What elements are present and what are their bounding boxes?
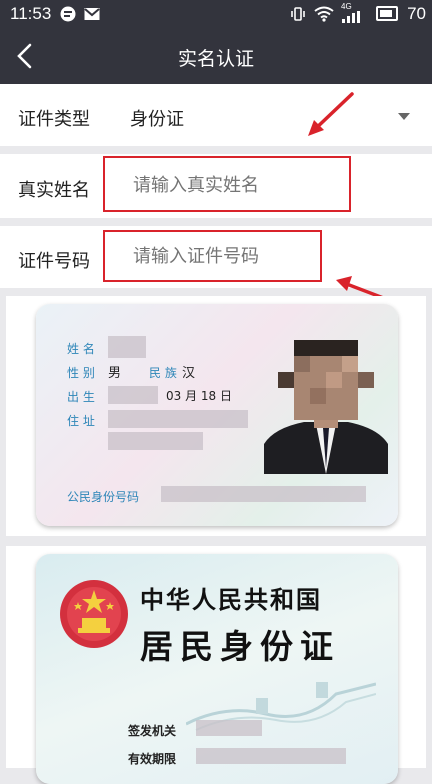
id-number-label: 证件号码 — [18, 251, 90, 272]
id-card-back-image: 中华人民共和国 居民身份证 签发机关 有效期限 — [36, 554, 398, 784]
signal-icon — [342, 11, 360, 23]
id-number-redacted — [161, 486, 366, 502]
annotation-arrow-icon — [308, 92, 354, 136]
card-gender-value: 男 — [108, 366, 122, 381]
address-redacted — [108, 410, 248, 428]
id-type-value[interactable]: 身份证 — [130, 105, 184, 131]
card-birth-value: 03 月 18 日 — [166, 389, 232, 403]
page-title: 实名认证 — [177, 48, 254, 70]
card-title: 居民身份证 — [140, 627, 340, 666]
id-back-sample: 中华人民共和国 居民身份证 签发机关 有效期限 — [6, 546, 426, 784]
chat-notification-icon — [60, 6, 76, 22]
id-type-row[interactable]: 证件类型 身份证 — [0, 84, 432, 146]
card-birth-label: 出 生 — [67, 390, 95, 404]
card-name-label: 姓 名 — [67, 342, 95, 356]
app-header: 实名认证 — [0, 28, 432, 84]
mail-notification-icon — [84, 8, 100, 20]
authority-redacted — [196, 720, 262, 736]
card-address-label: 住 址 — [67, 414, 95, 428]
vibrate-icon — [291, 7, 305, 21]
card-id-number-label: 公民身份号码 — [67, 490, 140, 504]
birth-year-redacted — [108, 386, 158, 404]
name-redacted — [108, 336, 146, 358]
network-type-label: 4G — [341, 2, 352, 11]
status-time: 11:53 — [10, 4, 52, 23]
wifi-icon — [314, 6, 334, 22]
annotation-box-name — [103, 156, 351, 212]
card-ethnicity-value: 汉 — [182, 366, 196, 381]
status-bar: 11:53 4G 70 — [0, 0, 432, 28]
national-emblem-icon — [60, 580, 128, 648]
id-type-label: 证件类型 — [18, 109, 90, 130]
portrait-photo-icon — [264, 340, 388, 474]
address-redacted — [108, 432, 203, 450]
card-gender-label: 性 别 — [67, 366, 95, 380]
chevron-down-icon[interactable] — [398, 113, 410, 120]
id-card-front-image: 姓 名 性 别 男 民 族 汉 出 生 03 月 18 日 住 址 公民身份号码 — [36, 304, 398, 526]
country-name: 中华人民共和国 — [140, 585, 322, 614]
card-ethnicity-label: 民 族 — [149, 366, 177, 380]
validity-redacted — [196, 748, 346, 764]
battery-level: 70 — [407, 4, 426, 23]
annotation-box-id-number — [103, 230, 322, 282]
validity-label: 有效期限 — [128, 752, 177, 766]
issuing-authority-label: 签发机关 — [128, 724, 177, 738]
id-front-sample: 姓 名 性 别 男 民 族 汉 出 生 03 月 18 日 住 址 公民身份号码 — [6, 296, 426, 536]
real-name-label: 真实姓名 — [18, 180, 90, 201]
battery-icon — [376, 6, 398, 21]
